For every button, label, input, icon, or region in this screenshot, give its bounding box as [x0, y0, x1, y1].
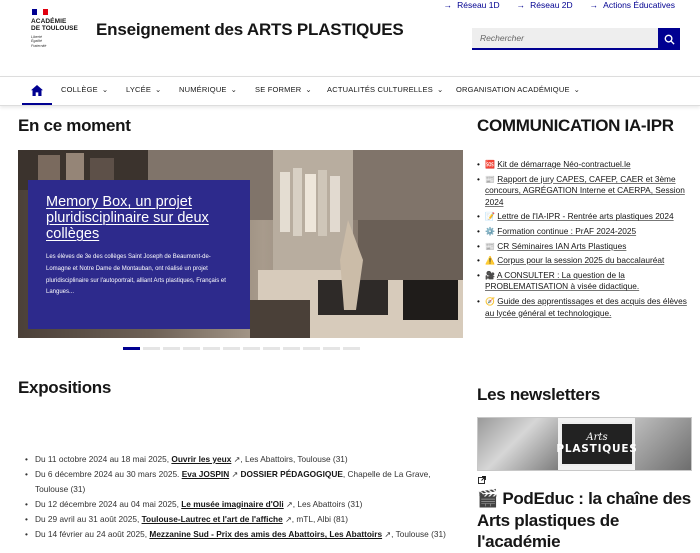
chevron-down-icon: ⌄	[230, 85, 238, 94]
chevron-down-icon: ⌄	[101, 85, 109, 94]
list-item[interactable]: ⚠️ Corpus pour la session 2025 du baccal…	[477, 255, 687, 267]
list-item[interactable]: 🧭 Guide des apprentissages et des acquis…	[477, 296, 687, 319]
exposition-link[interactable]: Ouvrir les yeux	[171, 454, 231, 464]
exposition-link[interactable]: Mezzanine Sud - Prix des amis des Abatto…	[149, 529, 382, 539]
carousel-dot[interactable]	[183, 347, 200, 350]
arrow-right-icon: →	[589, 0, 599, 10]
site-header: ACADÉMIE DE TOULOUSE Liberté Égalité Fra…	[0, 0, 700, 76]
site-title[interactable]: Enseignement des ARTS PLASTIQUES	[96, 20, 404, 40]
external-link-icon: ↗	[286, 499, 293, 509]
top-link-reseau-2d[interactable]: → Réseau 2D	[517, 0, 573, 10]
list-item[interactable]: ⚙️ Formation continue : PrAF 2024-2025	[477, 226, 687, 238]
exposition-link[interactable]: Toulouse-Lautrec et l'art de l'affiche	[142, 514, 283, 524]
list-item: Du 29 avril au 31 août 2025, Toulouse-La…	[25, 512, 465, 527]
newspaper-icon: 📰	[485, 174, 495, 184]
compass-icon: 🧭	[485, 296, 495, 306]
academie-logo[interactable]: ACADÉMIE DE TOULOUSE Liberté Égalité Fra…	[31, 9, 91, 48]
external-link-icon[interactable]	[478, 476, 486, 484]
list-item: Du 14 février au 24 août 2025, Mezzanine…	[25, 527, 465, 542]
search-bar	[472, 28, 680, 50]
list-item[interactable]: 🎥 A CONSULTER : La question de la PROBLE…	[477, 270, 687, 293]
clapperboard-icon: 🎬	[477, 489, 498, 508]
carousel-dot[interactable]	[143, 347, 160, 350]
memo-icon: 📝	[485, 212, 495, 222]
carousel-dot[interactable]	[203, 347, 220, 350]
sos-icon: 🆘	[485, 160, 495, 169]
slide-title[interactable]: Memory Box, un projet pluridisciplinaire…	[46, 194, 234, 242]
carousel-dot[interactable]	[223, 347, 240, 350]
search-button[interactable]	[658, 28, 680, 50]
nav-item-actualites-culturelles[interactable]: ACTUALITÉS CULTURELLES ⌄	[327, 85, 443, 94]
expositions-heading: Expositions	[18, 378, 112, 397]
main-nav: COLLÈGE ⌄ LYCÉE ⌄ NUMÉRIQUE ⌄ SE FORMER ⌄ AC…	[0, 76, 700, 106]
podeduc-heading[interactable]: 🎬 PodEduc : la chaîne des Arts plastique…	[477, 488, 697, 553]
newsletter-illustration	[478, 418, 558, 470]
top-link-actions-educatives[interactable]: → Actions Éducatives	[590, 0, 675, 10]
carousel-dot[interactable]	[283, 347, 300, 350]
newspaper-icon: 📰	[485, 241, 495, 251]
external-link-icon: ↗	[285, 514, 292, 524]
arts-plastiques-sign: Arts PLASTIQUES	[556, 422, 637, 466]
list-item[interactable]: 📰 Rapport de jury CAPES, CAFEP, CAER et …	[477, 174, 687, 209]
nav-item-lycee[interactable]: LYCÉE ⌄	[126, 85, 162, 94]
chevron-down-icon: ⌄	[436, 85, 444, 94]
communication-heading: COMMUNICATION IA-IPR	[477, 116, 674, 135]
nav-item-college[interactable]: COLLÈGE ⌄	[61, 85, 108, 94]
search-input[interactable]	[472, 28, 658, 50]
logo-motto: Liberté Égalité Fraternité	[31, 35, 47, 48]
nav-item-numerique[interactable]: NUMÉRIQUE ⌄	[179, 85, 237, 94]
carousel-dot[interactable]	[323, 347, 340, 350]
newsletter-banner[interactable]: Arts PLASTIQUES	[477, 417, 692, 471]
chevron-down-icon: ⌄	[305, 85, 312, 94]
logo-line-1: ACADÉMIE	[31, 18, 67, 25]
expositions-list: Du 11 octobre 2024 au 18 mai 2025, Ouvri…	[25, 452, 465, 542]
list-item[interactable]: 📰 CR Séminaires IAN Arts Plastiques	[477, 241, 687, 253]
external-link-icon: ↗	[231, 470, 239, 480]
marianne-flag-icon	[32, 9, 48, 15]
slide-description: Les élèves de 3e des collèges Saint Jose…	[46, 254, 226, 296]
chevron-down-icon: ⌄	[573, 85, 581, 94]
logo-line-2: DE TOULOUSE	[31, 25, 78, 32]
carousel-dot[interactable]	[123, 347, 140, 350]
top-link-reseau-1d[interactable]: → Réseau 1D	[444, 0, 500, 10]
slide-caption-card[interactable]: Memory Box, un projet pluridisciplinaire…	[28, 180, 250, 329]
carousel-pagination	[123, 347, 360, 350]
carousel-dot[interactable]	[263, 347, 280, 350]
video-camera-icon: 🎥	[485, 270, 495, 280]
carousel-dot[interactable]	[343, 347, 360, 350]
warning-icon: ⚠️	[485, 256, 495, 266]
nav-item-se-former[interactable]: SE FORMER ⌄	[255, 85, 312, 94]
top-links: → Réseau 1D → Réseau 2D → Actions Éducat…	[444, 0, 675, 10]
nav-item-organisation-academique[interactable]: ORGANISATION ACADÉMIQUE ⌄	[456, 85, 580, 94]
communication-list: 🆘 Kit de démarrage Néo-contractuel.le 📰 …	[477, 159, 687, 322]
nav-home[interactable]	[22, 77, 52, 105]
megaphone-illustration	[635, 418, 691, 470]
list-item: Du 6 décembre 2024 au 30 mars 2025. Eva …	[25, 467, 465, 496]
list-item[interactable]: 🆘 Kit de démarrage Néo-contractuel.le	[477, 159, 687, 171]
gear-icon: ⚙️	[485, 226, 495, 236]
list-item: Du 12 décembre 2024 au 04 mai 2025, Le m…	[25, 497, 465, 512]
exposition-link[interactable]: Eva JOSPIN	[182, 469, 230, 479]
dossier-pedagogique-label: DOSSIER PÉDAGOGIQUE	[240, 469, 343, 480]
list-item: Du 11 octobre 2024 au 18 mai 2025, Ouvri…	[25, 452, 465, 467]
carousel-dot[interactable]	[303, 347, 320, 350]
arrow-right-icon: →	[443, 0, 453, 10]
en-ce-moment-heading: En ce moment	[18, 116, 131, 135]
carousel-dot[interactable]	[163, 347, 180, 350]
chevron-down-icon: ⌄	[155, 85, 162, 94]
search-icon	[664, 34, 675, 45]
arrow-right-icon: →	[516, 0, 526, 10]
newsletters-heading: Les newsletters	[477, 385, 601, 404]
home-icon	[31, 84, 43, 96]
carousel-dot[interactable]	[243, 347, 260, 350]
list-item[interactable]: 📝 Lettre de l'IA-IPR - Rentrée arts plas…	[477, 211, 687, 223]
exposition-link[interactable]: Le musée imaginaire d'Oli	[181, 499, 284, 509]
news-carousel[interactable]: Memory Box, un projet pluridisciplinaire…	[18, 150, 463, 338]
